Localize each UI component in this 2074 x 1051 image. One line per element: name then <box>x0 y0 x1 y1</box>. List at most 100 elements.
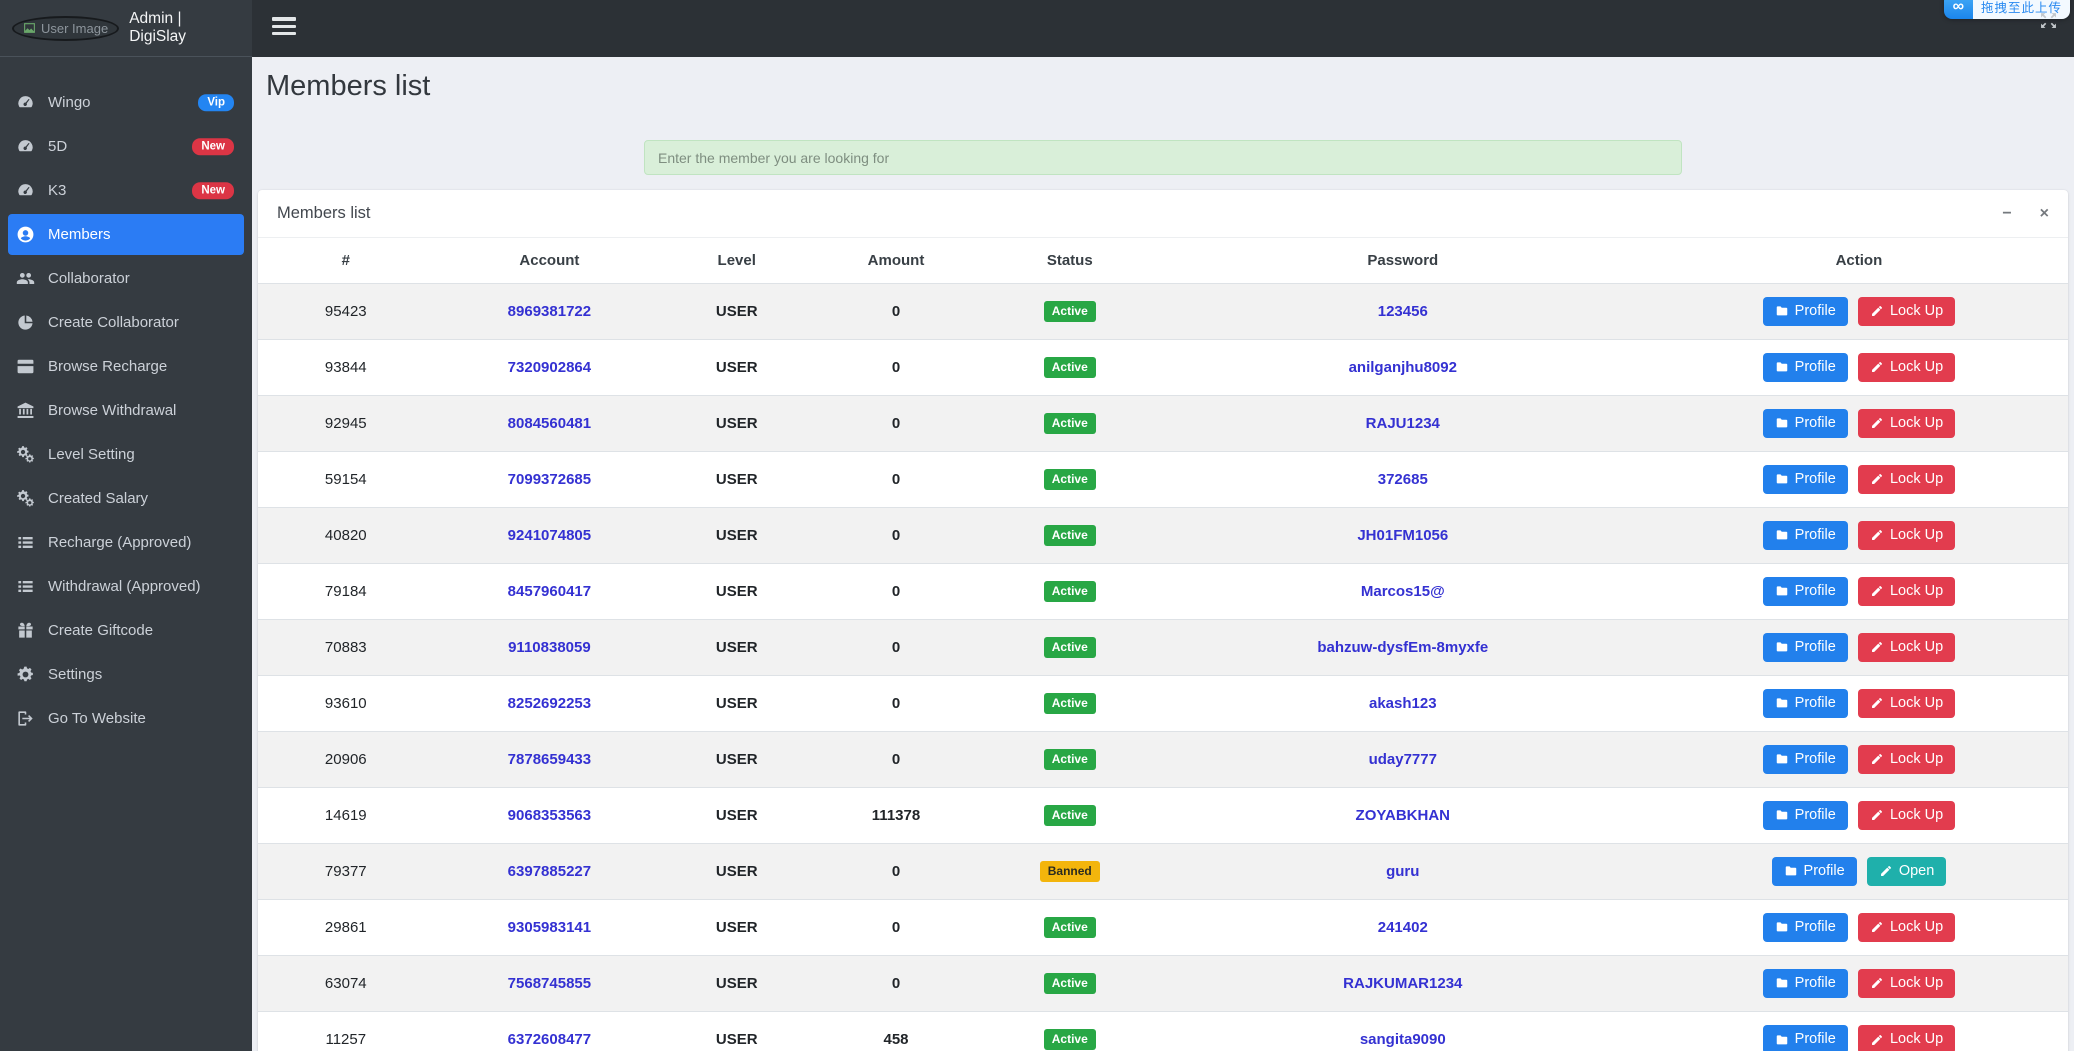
open-button[interactable]: Open <box>1867 857 1946 886</box>
profile-button[interactable]: Profile <box>1763 521 1848 550</box>
password-link[interactable]: 372685 <box>1378 471 1428 488</box>
member-level: USER <box>665 900 808 956</box>
folder-icon <box>1775 416 1789 430</box>
sidebar-item-created-salary[interactable]: Created Salary <box>8 478 244 519</box>
profile-button[interactable]: Profile <box>1763 409 1848 438</box>
password-link[interactable]: sangita9090 <box>1360 1031 1446 1048</box>
member-level: USER <box>665 676 808 732</box>
account-link[interactable]: 8969381722 <box>508 303 591 320</box>
account-link[interactable]: 7568745855 <box>508 975 591 992</box>
password-link[interactable]: JH01FM1056 <box>1357 527 1448 544</box>
lock-up-button[interactable]: Lock Up <box>1858 633 1955 662</box>
lock-up-button[interactable]: Lock Up <box>1858 913 1955 942</box>
lock-up-button[interactable]: Lock Up <box>1858 1025 1955 1051</box>
pencil-icon <box>1870 920 1884 934</box>
broken-image-icon <box>23 22 36 34</box>
sidebar-item-browse-withdrawal[interactable]: Browse Withdrawal <box>8 390 244 431</box>
pencil-icon <box>1870 528 1884 542</box>
minimize-icon[interactable]: − <box>2002 205 2011 223</box>
account-link[interactable]: 7320902864 <box>508 359 591 376</box>
password-link[interactable]: anilganjhu8092 <box>1349 359 1457 376</box>
profile-button[interactable]: Profile <box>1763 1025 1848 1051</box>
table-row: 79184 8457960417 USER 0 Active Marcos15@… <box>258 564 2068 620</box>
brand: User Image Admin | DigiSlay <box>0 0 252 57</box>
member-level: USER <box>665 844 808 900</box>
vip-badge: Vip <box>198 94 234 112</box>
profile-button[interactable]: Profile <box>1763 913 1848 942</box>
member-id: 29861 <box>258 900 434 956</box>
pencil-icon <box>1870 472 1884 486</box>
lock-up-button[interactable]: Lock Up <box>1858 801 1955 830</box>
account-link[interactable]: 8457960417 <box>508 583 591 600</box>
menu-toggle-icon[interactable] <box>269 16 299 41</box>
account-link[interactable]: 6397885227 <box>508 863 591 880</box>
lock-up-button[interactable]: Lock Up <box>1858 297 1955 326</box>
sidebar-item-members[interactable]: Members <box>8 214 244 255</box>
navbar-right: ∞ 拖拽至此上传 <box>1814 0 2074 57</box>
user-image-broken: User Image <box>12 16 119 41</box>
account-link[interactable]: 6372608477 <box>508 1031 591 1048</box>
lock-up-button[interactable]: Lock Up <box>1858 465 1955 494</box>
new-badge: New <box>192 182 234 200</box>
lock-up-button[interactable]: Lock Up <box>1858 409 1955 438</box>
password-link[interactable]: 123456 <box>1378 303 1428 320</box>
col-header-action: Action <box>1650 238 2068 284</box>
account-link[interactable]: 8084560481 <box>508 415 591 432</box>
close-icon[interactable]: × <box>2040 205 2049 223</box>
password-link[interactable]: akash123 <box>1369 695 1437 712</box>
password-link[interactable]: guru <box>1386 863 1419 880</box>
account-link[interactable]: 9110838059 <box>508 639 591 656</box>
password-link[interactable]: bahzuw-dysfEm-8myxfe <box>1317 639 1488 656</box>
account-link[interactable]: 7878659433 <box>508 751 591 768</box>
account-link[interactable]: 9068353563 <box>508 807 591 824</box>
password-link[interactable]: RAJU1234 <box>1366 415 1440 432</box>
sidebar-item-withdrawal-approved[interactable]: Withdrawal (Approved) <box>8 566 244 607</box>
sidebar-item-recharge-approved[interactable]: Recharge (Approved) <box>8 522 244 563</box>
profile-button[interactable]: Profile <box>1763 577 1848 606</box>
account-link[interactable]: 7099372685 <box>508 471 591 488</box>
fullscreen-icon[interactable] <box>2036 10 2060 34</box>
pie-chart-icon <box>16 313 35 332</box>
member-id: 70883 <box>258 620 434 676</box>
profile-button[interactable]: Profile <box>1763 633 1848 662</box>
profile-button[interactable]: Profile <box>1763 297 1848 326</box>
lock-up-button[interactable]: Lock Up <box>1858 969 1955 998</box>
sidebar-item-5d[interactable]: 5D New <box>8 126 244 167</box>
sidebar-item-level-setting[interactable]: Level Setting <box>8 434 244 475</box>
password-link[interactable]: 241402 <box>1378 919 1428 936</box>
profile-button[interactable]: Profile <box>1772 857 1857 886</box>
sidebar-item-wingo[interactable]: Wingo Vip <box>8 82 244 123</box>
lock-up-button[interactable]: Lock Up <box>1858 521 1955 550</box>
lock-up-button[interactable]: Lock Up <box>1858 689 1955 718</box>
sidebar-item-k3[interactable]: K3 New <box>8 170 244 211</box>
profile-button[interactable]: Profile <box>1763 689 1848 718</box>
sidebar-item-go-to-website[interactable]: Go To Website <box>8 698 244 739</box>
account-link[interactable]: 8252692253 <box>508 695 591 712</box>
profile-button[interactable]: Profile <box>1763 969 1848 998</box>
password-link[interactable]: RAJKUMAR1234 <box>1343 975 1462 992</box>
profile-button[interactable]: Profile <box>1763 745 1848 774</box>
account-link[interactable]: 9241074805 <box>508 527 591 544</box>
tachometer-icon <box>16 181 35 200</box>
pencil-icon <box>1870 808 1884 822</box>
password-link[interactable]: Marcos15@ <box>1361 583 1445 600</box>
lock-up-button[interactable]: Lock Up <box>1858 745 1955 774</box>
action-buttons: Profile Lock Up <box>1650 1012 2068 1051</box>
sidebar-item-create-collaborator[interactable]: Create Collaborator <box>8 302 244 343</box>
lock-up-button[interactable]: Lock Up <box>1858 577 1955 606</box>
password-link[interactable]: uday7777 <box>1369 751 1437 768</box>
sidebar-item-settings[interactable]: Settings <box>8 654 244 695</box>
password-link[interactable]: ZOYABKHAN <box>1356 807 1450 824</box>
sidebar-item-collaborator[interactable]: Collaborator <box>8 258 244 299</box>
lock-up-button[interactable]: Lock Up <box>1858 353 1955 382</box>
profile-button[interactable]: Profile <box>1763 353 1848 382</box>
member-amount: 0 <box>808 564 984 620</box>
profile-button[interactable]: Profile <box>1763 465 1848 494</box>
member-amount: 458 <box>808 1012 984 1051</box>
member-search-input[interactable] <box>644 140 1682 175</box>
account-link[interactable]: 9305983141 <box>508 919 591 936</box>
action-buttons: Profile Lock Up <box>1650 620 2068 676</box>
sidebar-item-browse-recharge[interactable]: Browse Recharge <box>8 346 244 387</box>
profile-button[interactable]: Profile <box>1763 801 1848 830</box>
sidebar-item-create-giftcode[interactable]: Create Giftcode <box>8 610 244 651</box>
